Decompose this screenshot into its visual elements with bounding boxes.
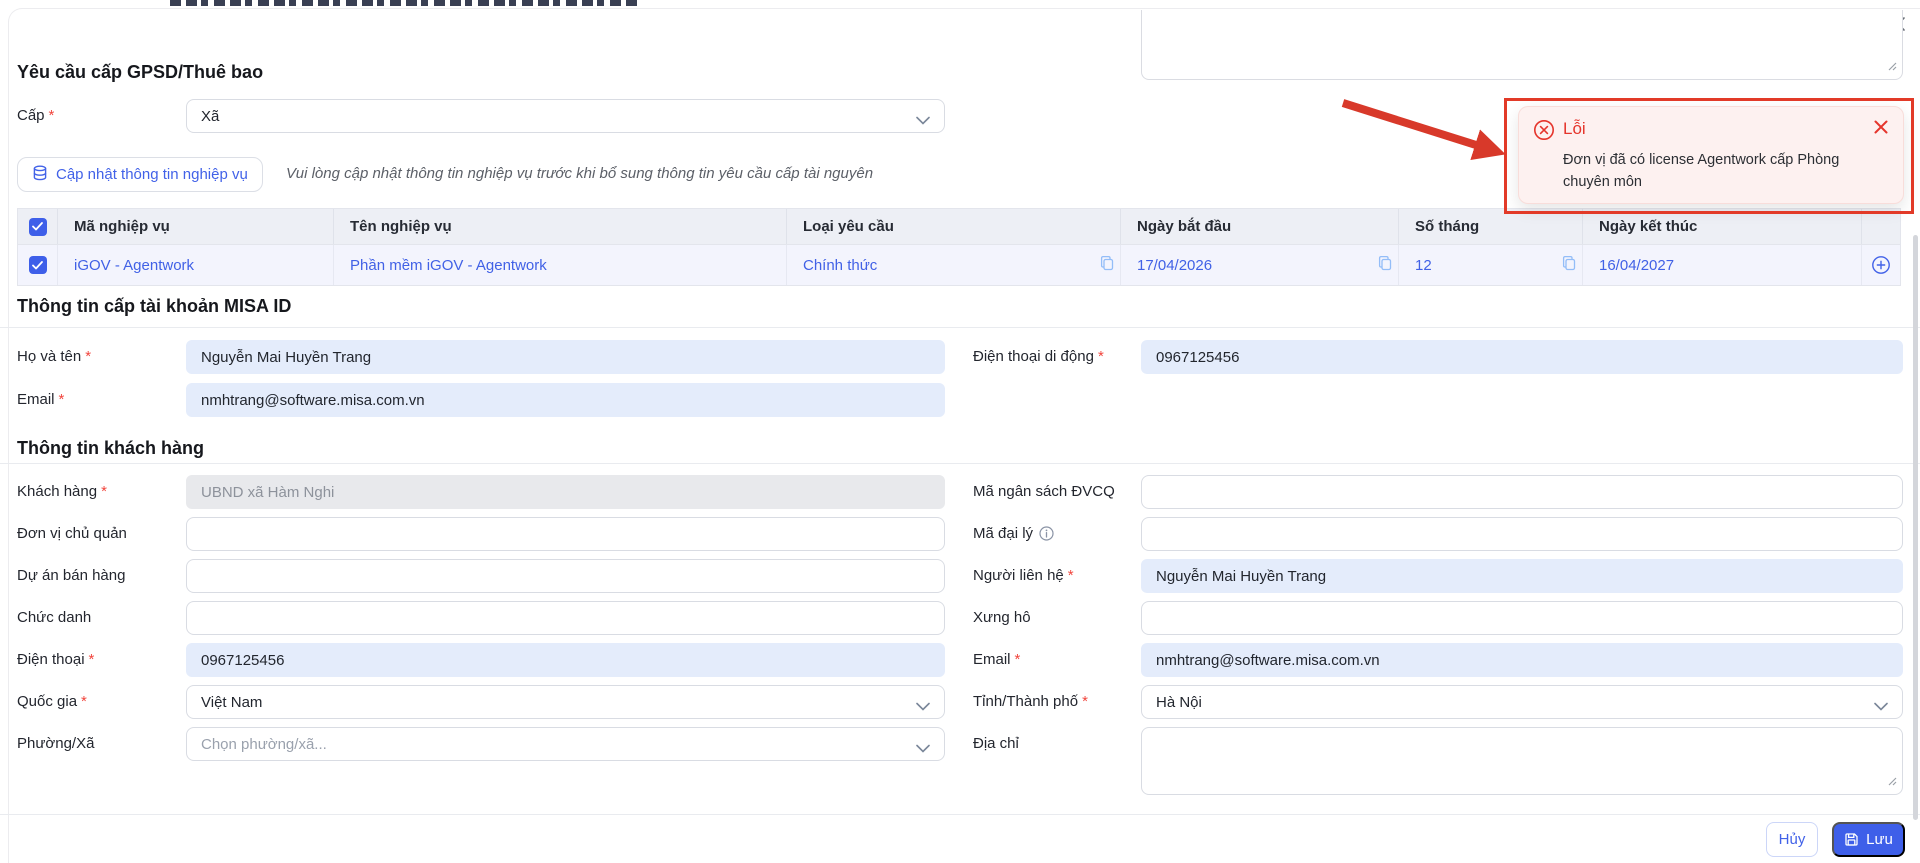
customer-label: Khách hàng* — [17, 483, 107, 500]
note-textarea-partial[interactable] — [1141, 10, 1903, 80]
row-checkbox[interactable] — [29, 256, 47, 274]
cell-business-code[interactable]: iGOV - Agentwork — [58, 245, 334, 285]
ward-select-input[interactable] — [186, 727, 945, 761]
cancel-button[interactable]: Hủy — [1766, 822, 1818, 857]
column-header: Ngày bắt đầu — [1121, 209, 1399, 244]
toast-message: Đơn vị đã có license Agentwork cấp Phòng… — [1563, 149, 1879, 194]
full-name-input[interactable] — [186, 340, 945, 374]
misa-email-input[interactable] — [186, 383, 945, 417]
column-header: Loại yêu cầu — [787, 209, 1121, 244]
country-select-input[interactable] — [186, 685, 945, 719]
column-header: Số tháng — [1399, 209, 1583, 244]
salutation-label: Xưng hô — [973, 609, 1031, 626]
header-action-cell — [1862, 209, 1900, 244]
request-section-title: Yêu cầu cấp GPSD/Thuê bao — [17, 62, 263, 83]
contact-person-label: Người liên hệ* — [973, 567, 1074, 584]
customer-email-input[interactable] — [1141, 643, 1903, 677]
mobile-label: Điện thoại di động* — [973, 348, 1104, 365]
months-value: 12 — [1415, 257, 1432, 274]
error-toast: Lỗi Đơn vị đã có license Agentwork cấp P… — [1518, 106, 1904, 204]
copy-icon[interactable] — [1099, 255, 1115, 275]
customer-email-label: Email* — [973, 651, 1020, 668]
add-row-icon[interactable] — [1871, 255, 1891, 275]
resize-handle-icon[interactable] — [1887, 773, 1897, 790]
update-business-info-label: Cập nhật thông tin nghiệp vụ — [56, 166, 248, 183]
column-header: Tên nghiệp vụ — [334, 209, 787, 244]
contact-person-input[interactable] — [1141, 559, 1903, 593]
toast-close-icon[interactable] — [1873, 119, 1889, 139]
misa-id-section-title: Thông tin cấp tài khoản MISA ID — [17, 296, 291, 317]
parent-unit-input[interactable] — [186, 517, 945, 551]
save-button[interactable]: Lưu — [1832, 822, 1905, 857]
table-header-row: Mã nghiệp vụ Tên nghiệp vụ Loại yêu cầu … — [18, 209, 1900, 244]
phone-input[interactable] — [186, 643, 945, 677]
cell-request-type[interactable]: Chính thức — [787, 245, 1121, 285]
customer-section-title: Thông tin khách hàng — [17, 438, 204, 459]
misa-email-label: Email* — [17, 391, 64, 408]
start-date-value: 17/04/2026 — [1137, 257, 1212, 274]
cell-end-date[interactable]: 16/04/2027 — [1583, 245, 1862, 285]
update-business-info-button[interactable]: Cập nhật thông tin nghiệp vụ — [17, 157, 263, 192]
info-icon[interactable] — [1039, 526, 1054, 545]
job-title-label: Chức danh — [17, 609, 91, 626]
clipped-background-title — [170, 0, 640, 6]
level-select-input[interactable] — [186, 99, 945, 133]
copy-icon[interactable] — [1561, 255, 1577, 275]
business-table: Mã nghiệp vụ Tên nghiệp vụ Loại yêu cầu … — [17, 208, 1901, 286]
salutation-input[interactable] — [1141, 601, 1903, 635]
sales-project-input[interactable] — [186, 559, 945, 593]
database-icon — [32, 165, 48, 185]
save-icon — [1844, 832, 1859, 847]
cancel-button-label: Hủy — [1779, 831, 1806, 848]
mobile-input[interactable] — [1141, 340, 1903, 374]
table-row: iGOV - Agentwork Phần mềm iGOV - Agentwo… — [18, 244, 1900, 285]
header-checkbox-cell — [18, 209, 58, 244]
full-name-label: Họ và tên* — [17, 348, 91, 365]
copy-icon[interactable] — [1377, 255, 1393, 275]
row-action-cell — [1862, 245, 1900, 285]
column-header: Ngày kết thúc — [1583, 209, 1862, 244]
address-label: Địa chỉ — [973, 735, 1019, 752]
save-button-label: Lưu — [1866, 831, 1893, 848]
error-circle-icon — [1533, 119, 1555, 145]
cell-months[interactable]: 12 — [1399, 245, 1583, 285]
vertical-scrollbar[interactable] — [1913, 235, 1918, 820]
request-type-value: Chính thức — [803, 257, 877, 274]
toast-title: Lỗi — [1563, 119, 1586, 139]
sales-project-label: Dự án bán hàng — [17, 567, 125, 584]
country-label: Quốc gia* — [17, 693, 87, 710]
cell-business-name[interactable]: Phần mềm iGOV - Agentwork — [334, 245, 787, 285]
province-label: Tỉnh/Thành phố* — [973, 693, 1088, 710]
agent-code-label: Mã đại lý — [973, 525, 1054, 545]
customer-input — [186, 475, 945, 509]
parent-unit-label: Đơn vị chủ quản — [17, 525, 127, 542]
agent-code-input[interactable] — [1141, 517, 1903, 551]
level-label: Cấp* — [17, 107, 54, 124]
cell-start-date[interactable]: 17/04/2026 — [1121, 245, 1399, 285]
budget-code-input[interactable] — [1141, 475, 1903, 509]
resize-handle-icon[interactable] — [1887, 58, 1897, 75]
business-hint-text: Vui lòng cập nhật thông tin nghiệp vụ tr… — [286, 165, 873, 182]
select-all-checkbox[interactable] — [29, 218, 47, 236]
budget-code-label: Mã ngân sách ĐVCQ — [973, 483, 1115, 500]
row-checkbox-cell — [18, 245, 58, 285]
address-textarea[interactable] — [1141, 727, 1903, 795]
job-title-input[interactable] — [186, 601, 945, 635]
column-header: Mã nghiệp vụ — [58, 209, 334, 244]
province-select-input[interactable] — [1141, 685, 1903, 719]
ward-label: Phường/Xã — [17, 735, 94, 752]
phone-label: Điện thoại* — [17, 651, 94, 668]
